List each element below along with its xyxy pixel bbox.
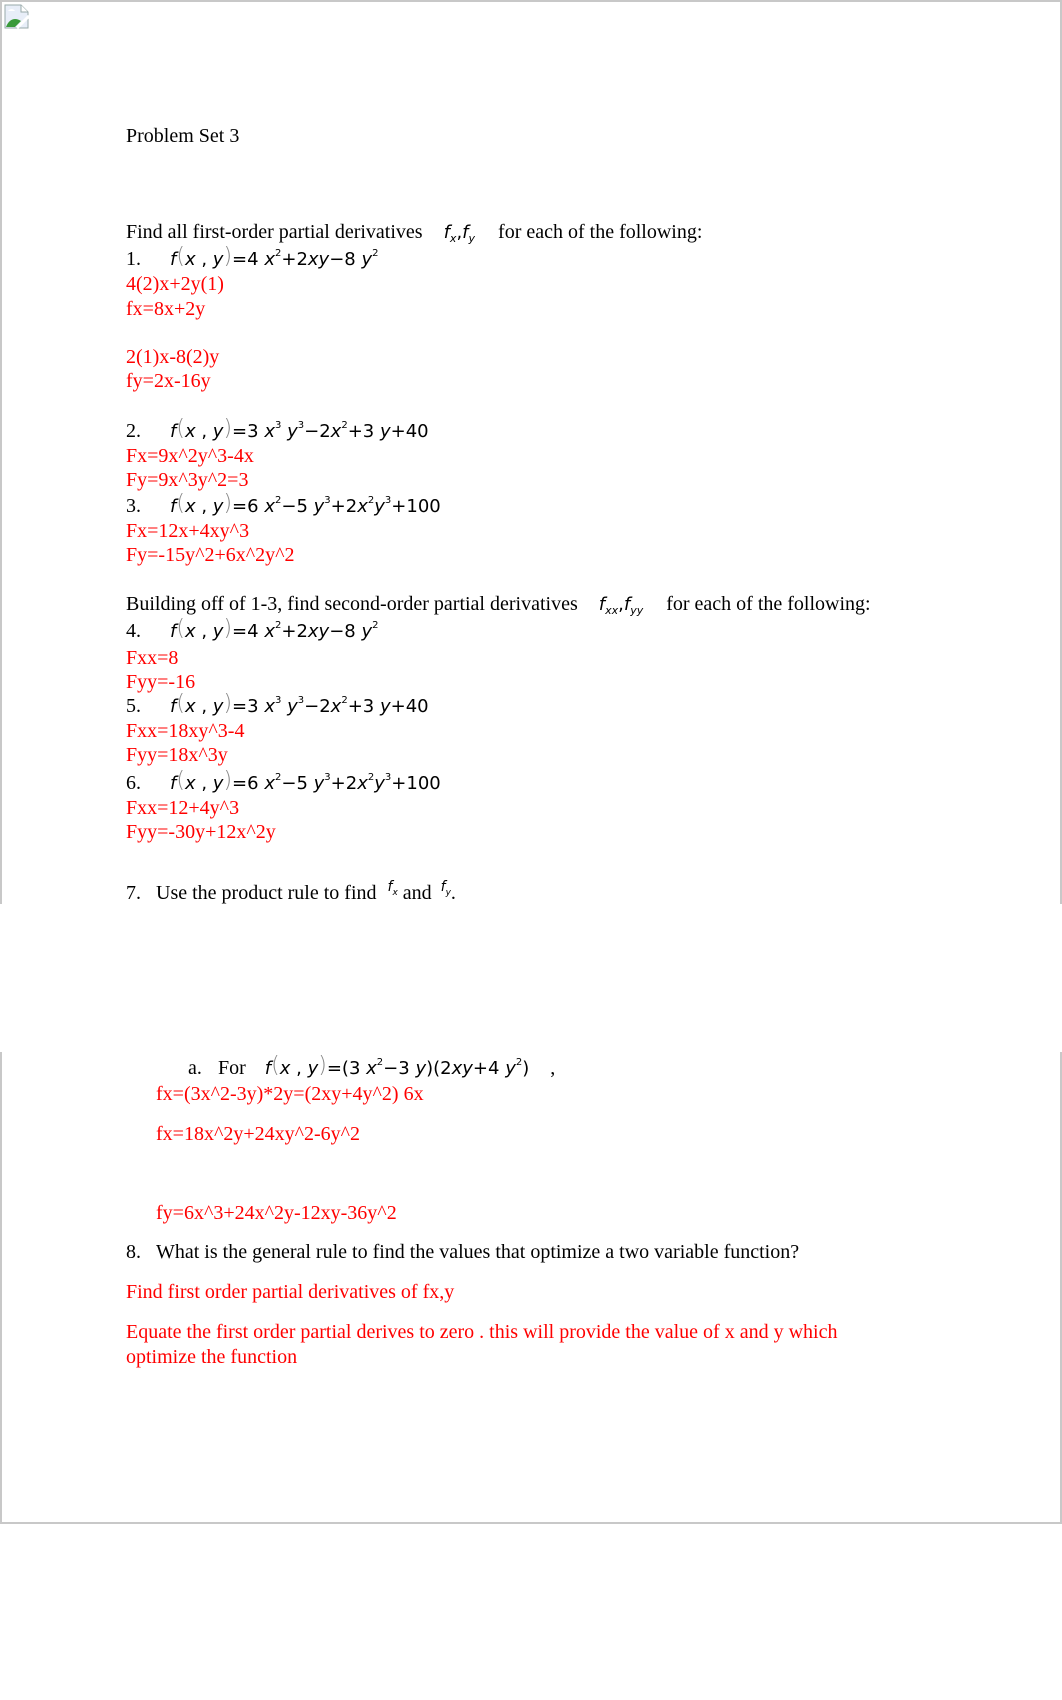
question-7a: a. For f(x , y)=(3 x2−3 y)(2xy+4 y2) , — [188, 1053, 556, 1081]
fxx-fyy-notation: fxx,fyy — [598, 594, 644, 617]
equation-4: f(x , y)=4 x2+2xy−8 y2 — [170, 616, 379, 643]
equation-6: f(x , y)=6 x2−5 y3+2x2y3+100 — [170, 768, 441, 795]
answer-line: Equate the first order partial derives t… — [126, 1321, 838, 1343]
section1-intro: Find all first-order partial derivatives… — [126, 220, 702, 245]
intro-text-after: for each of the following: — [666, 593, 871, 615]
intro-text: Find all first-order partial derivatives — [126, 221, 423, 243]
question-text: Use the product rule to find — [156, 882, 377, 904]
answer-line: fy=6x^3+24x^2y-12xy-36y^2 — [156, 1202, 397, 1224]
fy-symbol: fy — [440, 879, 451, 898]
problem-number: 3. — [126, 495, 141, 517]
question-text: What is the general rule to find the val… — [156, 1241, 800, 1263]
answer-line: fx=(3x^2-3y)*2y=(2xy+4y^2) 6x — [156, 1083, 424, 1105]
section2-intro: Building off of 1-3, find second-order p… — [126, 592, 871, 617]
period: . — [450, 882, 456, 904]
sub-item-label: a. — [188, 1057, 202, 1079]
problem-4: 4. f(x , y)=4 x2+2xy−8 y2 — [126, 616, 379, 644]
for-text: For — [218, 1057, 246, 1079]
intro-text: Building off of 1-3, find second-order p… — [126, 593, 578, 615]
answer-line: Fyy=18x^3y — [126, 744, 228, 766]
question-8: 8. What is the general rule to find the v… — [126, 1240, 799, 1264]
answer-line: 4(2)x+2y(1) — [126, 273, 224, 295]
problem-1: 1. f(x , y)=4 x2+2xy−8 y2 — [126, 244, 379, 272]
problem-number: 5. — [126, 695, 141, 717]
answer-line: Fyy=-30y+12x^2y — [126, 821, 276, 843]
answer-line: fx=18x^2y+24xy^2-6y^2 — [156, 1123, 361, 1145]
problem-number: 6. — [126, 772, 141, 794]
problem-3: 3. f(x , y)=6 x2−5 y3+2x2y3+100 — [126, 491, 441, 519]
answer-line: Fx=12x+4xy^3 — [126, 520, 250, 542]
trailing-comma: , — [550, 1057, 556, 1079]
problem-number: 4. — [126, 620, 141, 642]
equation-5: f(x , y)=3 x3 y3−2x2+3 y+40 — [170, 691, 429, 718]
answer-line: Fx=9x^2y^3-4x — [126, 445, 254, 467]
answer-line: Fy=9x^3y^2=3 — [126, 469, 249, 491]
problem-number: 1. — [126, 248, 141, 270]
answer-line: Fxx=8 — [126, 647, 179, 669]
problem-5: 5. f(x , y)=3 x3 y3−2x2+3 y+40 — [126, 691, 429, 719]
answer-line: Fxx=12+4y^3 — [126, 797, 240, 819]
intro-text-after: for each of the following: — [498, 221, 703, 243]
fx-fy-notation: fx,fy — [443, 222, 476, 245]
equation-2: f(x , y)=3 x3 y3−2x2+3 y+40 — [170, 416, 429, 443]
problem-2: 2. f(x , y)=3 x3 y3−2x2+3 y+40 — [126, 416, 429, 444]
answer-line: Fxx=18xy^3-4 — [126, 720, 245, 742]
equation-1: f(x , y)=4 x2+2xy−8 y2 — [170, 244, 379, 271]
fx-symbol: fx — [387, 879, 398, 898]
question-number: 8. — [126, 1241, 141, 1263]
equation-3: f(x , y)=6 x2−5 y3+2x2y3+100 — [170, 491, 441, 518]
answer-line: 2(1)x-8(2)y — [126, 346, 220, 368]
answer-line: optimize the function — [126, 1346, 298, 1368]
problem-number: 2. — [126, 420, 141, 442]
answer-line: fy=2x-16y — [126, 370, 211, 392]
broken-image-icon — [4, 4, 30, 30]
answer-line: Fy=-15y^2+6x^2y^2 — [126, 544, 295, 566]
equation-7a: f(x , y)=(3 x2−3 y)(2xy+4 y2) — [264, 1053, 530, 1080]
and-text: and — [402, 882, 432, 904]
question-number: 7. — [126, 882, 141, 904]
answer-line: fx=8x+2y — [126, 298, 206, 320]
answer-line: Find first order partial derivatives of … — [126, 1281, 455, 1303]
question-7: 7. Use the product rule to find fx and fy… — [126, 879, 456, 907]
problem-6: 6. f(x , y)=6 x2−5 y3+2x2y3+100 — [126, 768, 441, 796]
page-title: Problem Set 3 — [126, 125, 240, 147]
